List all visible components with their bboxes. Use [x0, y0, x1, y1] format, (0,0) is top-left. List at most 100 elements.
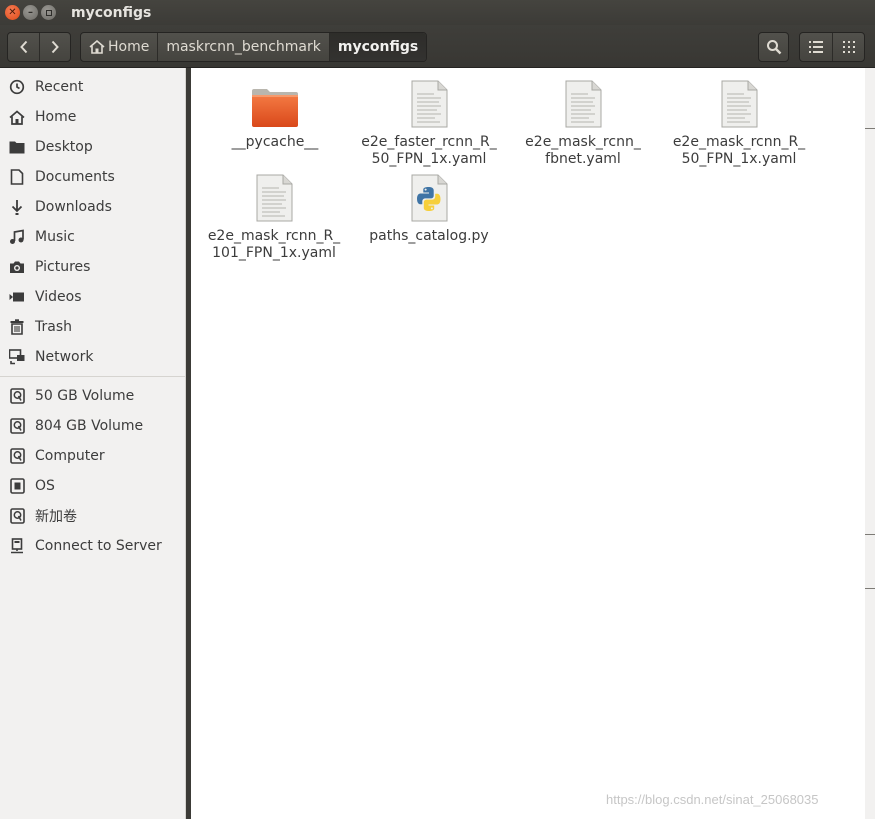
grid-view-button[interactable] — [832, 33, 864, 61]
file-item-e2e-mask-rcnn-fbnet[interactable]: e2e_mask_rcnn_ fbnet.yaml — [508, 76, 658, 168]
edge-mark — [865, 588, 875, 589]
file-name: e2e_mask_rcnn_R_ 50_FPN_1x.yaml — [672, 134, 806, 167]
minimize-icon: – — [28, 6, 33, 18]
sidebar-item-pictures[interactable]: Pictures — [0, 252, 185, 282]
sidebar-item-recent[interactable]: Recent — [0, 72, 185, 102]
text-file-icon — [720, 76, 758, 128]
sidebar-item-label: 804 GB Volume — [35, 418, 144, 434]
download-icon — [8, 198, 26, 216]
edge-mark — [865, 534, 875, 535]
background-window-edge — [865, 68, 875, 819]
breadcrumb-label: myconfigs — [337, 39, 419, 55]
chevron-right-icon — [51, 40, 59, 54]
watermark: https://blog.csdn.net/sinat_25068035 — [606, 792, 819, 807]
breadcrumb-maskrcnn-benchmark[interactable]: maskrcnn_benchmark — [157, 33, 329, 61]
sidebar-divider — [0, 376, 185, 377]
sidebar-item-computer[interactable]: Computer — [0, 441, 185, 471]
list-view-button[interactable] — [800, 33, 832, 61]
window-title: myconfigs — [71, 4, 152, 21]
drive-icon — [8, 507, 26, 525]
text-file-icon — [410, 76, 448, 128]
sidebar-item-home[interactable]: Home — [0, 102, 185, 132]
file-item-e2e-mask-rcnn-r101[interactable]: e2e_mask_rcnn_R_ 101_FPN_1x.yaml — [199, 170, 349, 262]
sidebar-item-label: Trash — [35, 319, 72, 335]
title-bar: ✕ – myconfigs — [0, 0, 875, 25]
header-bar: Home maskrcnn_benchmark myconfigs — [0, 25, 875, 68]
server-icon — [8, 537, 26, 555]
devices-list: 50 GB Volume 804 GB Volume Computer OS 新… — [0, 381, 185, 561]
sidebar-item-xinjiajuan[interactable]: 新加卷 — [0, 501, 185, 531]
sidebar-item-50gb-volume[interactable]: 50 GB Volume — [0, 381, 185, 411]
sidebar-item-label: 50 GB Volume — [35, 388, 135, 404]
chip-icon — [8, 477, 26, 495]
file-name: paths_catalog.py — [369, 228, 489, 244]
sidebar-item-label: Videos — [35, 289, 82, 305]
search-icon — [766, 40, 781, 55]
file-item-pycache[interactable]: __pycache__ — [200, 76, 350, 151]
home-icon — [8, 108, 26, 126]
file-name: e2e_mask_rcnn_ fbnet.yaml — [525, 134, 641, 167]
window-controls: ✕ – — [5, 5, 56, 20]
file-name: e2e_faster_rcnn_R_ 50_FPN_1x.yaml — [361, 134, 497, 167]
sidebar-item-network[interactable]: Network — [0, 342, 185, 372]
sidebar-item-documents[interactable]: Documents — [0, 162, 185, 192]
file-item-paths-catalog[interactable]: paths_catalog.py — [354, 170, 504, 245]
close-window-button[interactable]: ✕ — [5, 5, 20, 20]
drive-icon — [8, 447, 26, 465]
drive-icon — [8, 417, 26, 435]
python-file-icon — [410, 170, 448, 222]
sidebar-item-connect-to-server[interactable]: Connect to Server — [0, 531, 185, 561]
search-button[interactable] — [758, 32, 789, 62]
sidebar-item-label: Pictures — [35, 259, 91, 275]
sidebar-item-label: OS — [35, 478, 55, 494]
file-view: __pycache__ e2e_faster_rcnn_R_ 50_FPN_1x… — [191, 68, 865, 819]
breadcrumb-label: Home — [108, 39, 150, 55]
breadcrumb-home[interactable]: Home — [81, 33, 157, 61]
document-icon — [8, 168, 26, 186]
file-item-e2e-faster-rcnn-r50[interactable]: e2e_faster_rcnn_R_ 50_FPN_1x.yaml — [354, 76, 504, 168]
text-file-icon — [255, 170, 293, 222]
drive-icon — [8, 387, 26, 405]
sidebar-item-label: Music — [35, 229, 75, 245]
sidebar-item-label: Recent — [35, 79, 84, 95]
folder-icon — [8, 138, 26, 156]
clock-icon — [8, 78, 26, 96]
video-icon — [8, 288, 26, 306]
sidebar-item-label: Connect to Server — [35, 538, 162, 554]
sidebar-item-desktop[interactable]: Desktop — [0, 132, 185, 162]
chevron-left-icon — [19, 40, 27, 54]
maximize-window-button[interactable] — [41, 5, 56, 20]
folder-icon — [251, 76, 299, 128]
forward-button[interactable] — [39, 33, 70, 61]
sidebar-item-label: Downloads — [35, 199, 112, 215]
sidebar-item-trash[interactable]: Trash — [0, 312, 185, 342]
navigation-buttons — [7, 32, 71, 62]
text-file-icon — [564, 76, 602, 128]
back-button[interactable] — [8, 33, 39, 61]
grid-view-icon — [842, 41, 855, 53]
breadcrumb: Home maskrcnn_benchmark myconfigs — [80, 32, 428, 62]
breadcrumb-label: maskrcnn_benchmark — [166, 39, 321, 55]
file-item-e2e-mask-rcnn-r50[interactable]: e2e_mask_rcnn_R_ 50_FPN_1x.yaml — [664, 76, 814, 168]
sidebar-item-label: Desktop — [35, 139, 93, 155]
sidebar-item-label: Home — [35, 109, 77, 125]
sidebar-item-music[interactable]: Music — [0, 222, 185, 252]
close-icon: ✕ — [8, 6, 17, 18]
sidebar-item-os[interactable]: OS — [0, 471, 185, 501]
file-name: __pycache__ — [231, 134, 319, 150]
camera-icon — [8, 258, 26, 276]
sidebar-item-label: Computer — [35, 448, 105, 464]
trash-icon — [8, 318, 26, 336]
sidebar-item-downloads[interactable]: Downloads — [0, 192, 185, 222]
home-icon — [89, 40, 105, 54]
sidebar-item-label: Documents — [35, 169, 115, 185]
minimize-window-button[interactable]: – — [23, 5, 38, 20]
sidebar-item-label: Network — [35, 349, 94, 365]
sidebar-item-videos[interactable]: Videos — [0, 282, 185, 312]
places-list: Recent Home Desktop Documents Downloads … — [0, 68, 185, 372]
breadcrumb-myconfigs[interactable]: myconfigs — [328, 33, 427, 61]
music-icon — [8, 228, 26, 246]
maximize-icon — [45, 9, 52, 16]
edge-mark — [865, 128, 875, 129]
sidebar-item-804gb-volume[interactable]: 804 GB Volume — [0, 411, 185, 441]
